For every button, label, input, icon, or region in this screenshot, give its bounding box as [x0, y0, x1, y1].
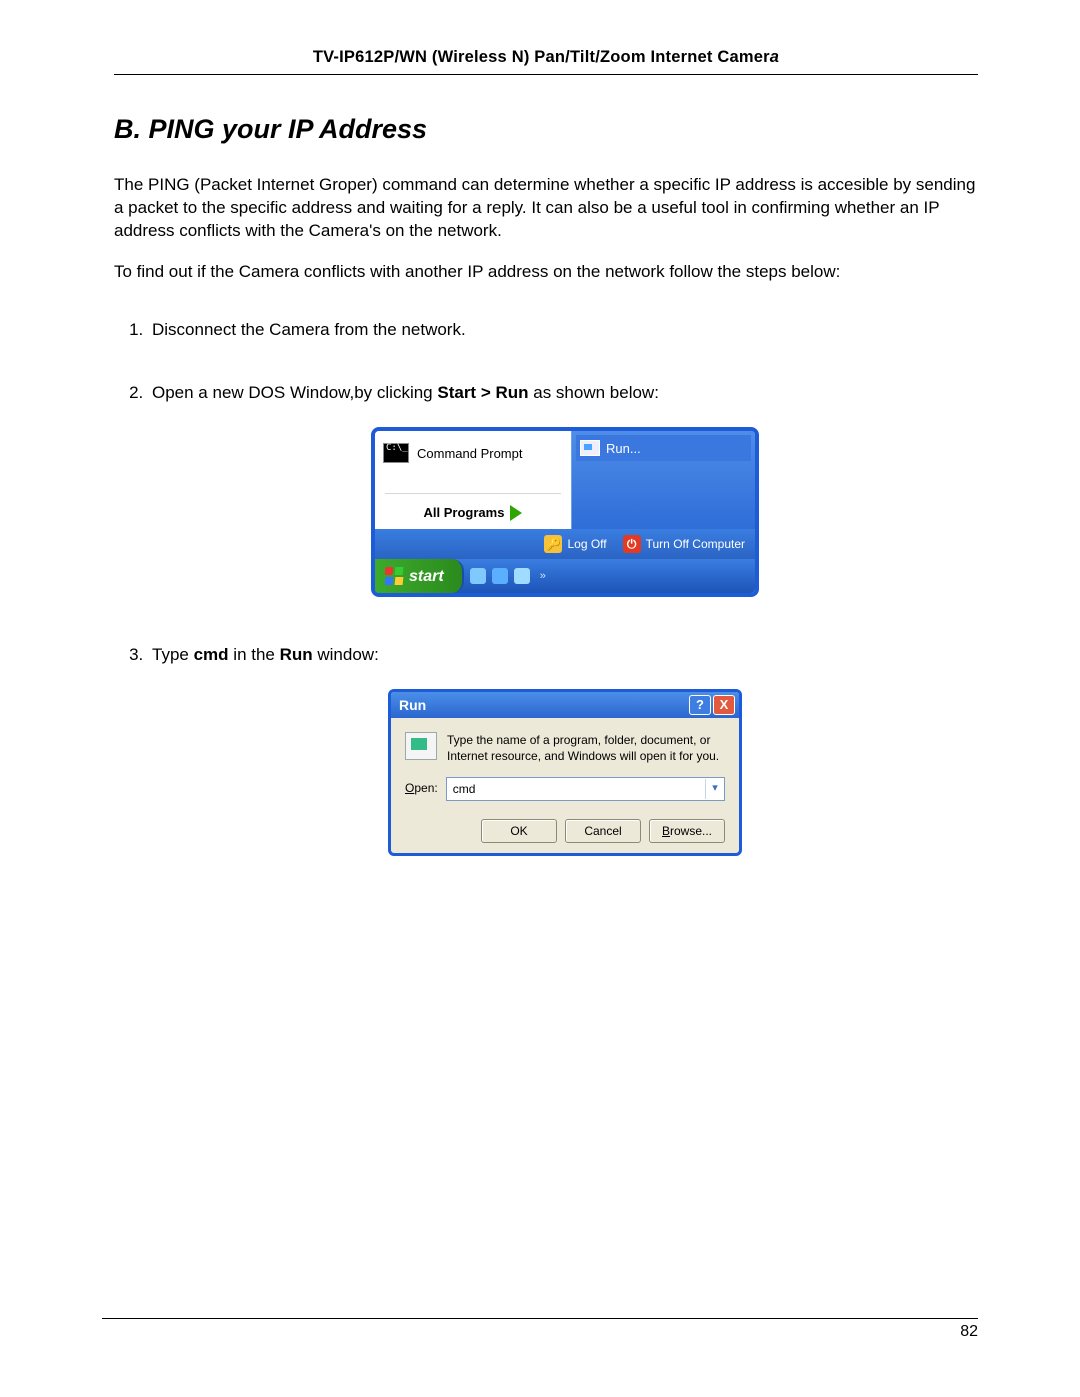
quicklaunch-icon-1[interactable] — [470, 568, 486, 584]
start-button[interactable]: start — [375, 559, 464, 593]
turn-off-button[interactable]: ⏻ Turn Off Computer — [623, 535, 745, 553]
start-menu: C:\_ Command Prompt All Programs — [371, 427, 759, 597]
help-button[interactable]: ? — [689, 695, 711, 715]
run-message: Type the name of a program, folder, docu… — [447, 732, 725, 764]
logoff-bar: 🔑 Log Off ⏻ Turn Off Computer — [375, 529, 755, 559]
run-dialog: Run ? X Type the name of a program, fold… — [388, 689, 742, 855]
windows-flag-icon — [385, 567, 403, 585]
arrow-right-icon — [510, 505, 522, 521]
quicklaunch-icon-2[interactable] — [492, 568, 508, 584]
menu-item-run[interactable]: Run... — [576, 435, 751, 461]
start-label: start — [409, 566, 444, 588]
page-footer: 82 — [102, 1318, 978, 1343]
command-prompt-label: Command Prompt — [417, 445, 522, 463]
dropdown-arrow-icon[interactable]: ▾ — [705, 779, 724, 799]
browse-button[interactable]: Browse... — [649, 819, 725, 843]
power-icon: ⏻ — [623, 535, 641, 553]
logoff-icon: 🔑 — [544, 535, 562, 553]
header-rule — [114, 74, 978, 75]
menu-item-all-programs[interactable]: All Programs — [381, 496, 565, 530]
log-off-button[interactable]: 🔑 Log Off — [544, 535, 606, 553]
step-3: Type cmd in the Run window: Run ? X Type… — [148, 644, 978, 862]
step-1: Disconnect the Camera from the network. — [148, 319, 978, 342]
page-number: 82 — [102, 1321, 978, 1343]
logoff-label: Log Off — [567, 536, 606, 552]
figure-start-menu: C:\_ Command Prompt All Programs — [152, 427, 978, 604]
cancel-button[interactable]: Cancel — [565, 819, 641, 843]
close-button[interactable]: X — [713, 695, 735, 715]
page-header: TV-IP612P/WN (Wireless N) Pan/Tilt/Zoom … — [114, 46, 978, 74]
paragraph-1: The PING (Packet Internet Groper) comman… — [114, 174, 978, 243]
run-label: Run... — [606, 440, 641, 458]
run-window-title: Run — [399, 696, 426, 715]
open-label: Open: — [405, 780, 438, 796]
chevron-right-icon[interactable]: » — [536, 569, 546, 584]
start-right-panel: Run... — [572, 431, 755, 529]
menu-separator — [385, 493, 561, 494]
open-input[interactable] — [447, 782, 705, 796]
figure-run-dialog: Run ? X Type the name of a program, fold… — [152, 689, 978, 862]
ok-button[interactable]: OK — [481, 819, 557, 843]
run-dialog-icon — [405, 732, 437, 760]
taskbar: start » — [375, 559, 755, 593]
run-titlebar: Run ? X — [391, 692, 739, 718]
section-heading: B. PING your IP Address — [114, 111, 978, 147]
start-left-panel: C:\_ Command Prompt All Programs — [375, 431, 572, 529]
all-programs-label: All Programs — [424, 504, 505, 522]
steps-list: Disconnect the Camera from the network. … — [148, 319, 978, 862]
header-title-italic: a — [770, 48, 779, 66]
menu-item-command-prompt[interactable]: C:\_ Command Prompt — [381, 437, 565, 469]
command-prompt-icon: C:\_ — [383, 443, 409, 463]
paragraph-2: To find out if the Camera conflicts with… — [114, 261, 978, 284]
open-combobox[interactable]: ▾ — [446, 777, 725, 801]
footer-rule — [102, 1318, 978, 1319]
quicklaunch-icon-3[interactable] — [514, 568, 530, 584]
header-title: TV-IP612P/WN (Wireless N) Pan/Tilt/Zoom … — [313, 48, 770, 66]
quick-launch: » — [464, 568, 552, 584]
run-icon — [580, 440, 600, 456]
turnoff-label: Turn Off Computer — [646, 536, 745, 552]
step-2: Open a new DOS Window,by clicking Start … — [148, 382, 978, 604]
